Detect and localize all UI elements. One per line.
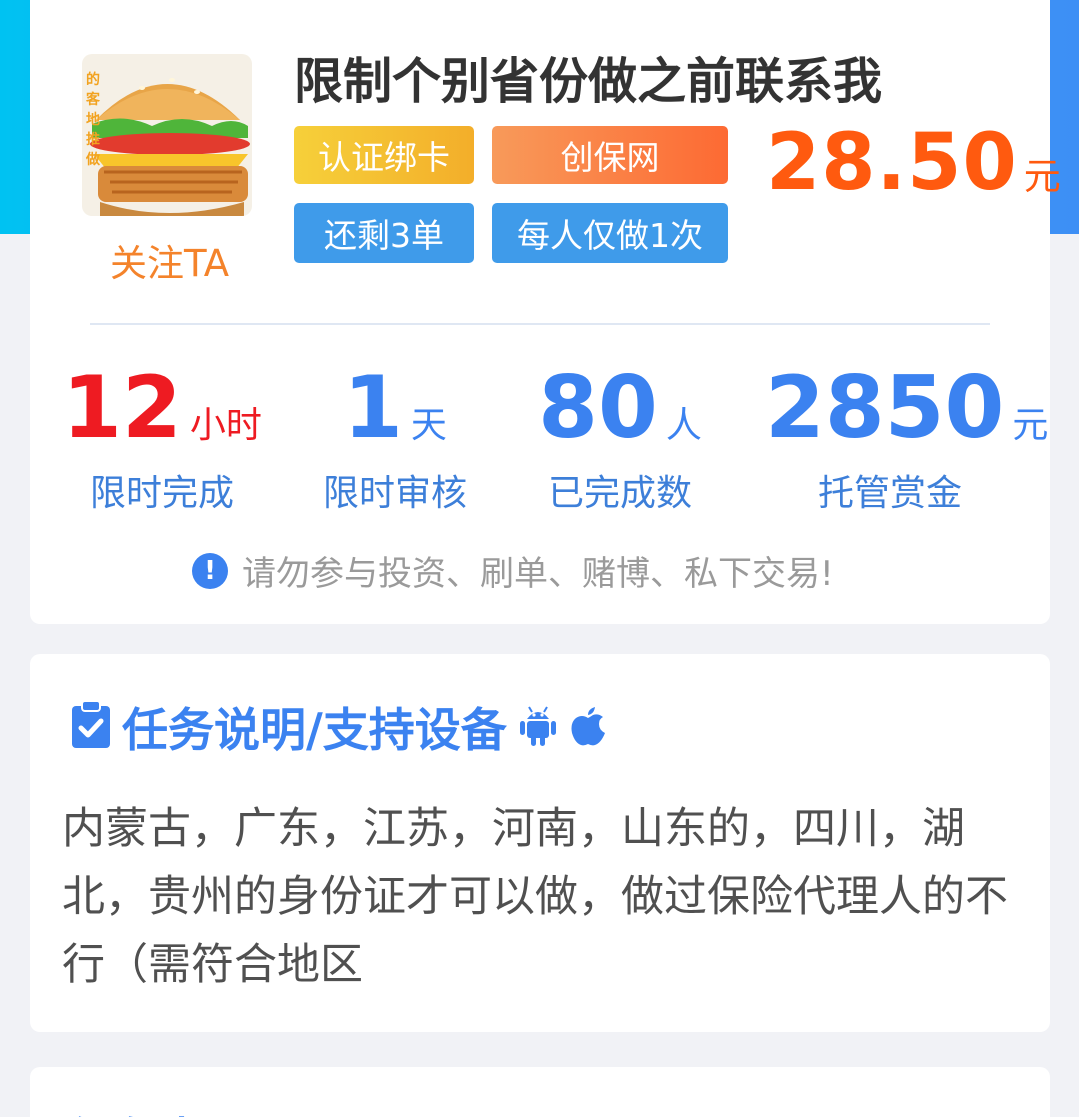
stat-unit: 人: [665, 405, 702, 446]
stat-review-limit: 1天 限时审核: [300, 362, 490, 516]
svg-text:客: 客: [85, 91, 101, 108]
tag-verify-card: 认证绑卡: [294, 126, 474, 184]
android-icon: [519, 703, 557, 751]
svg-text:地: 地: [86, 111, 100, 128]
price-amount: 28.50: [766, 118, 1018, 208]
tag-limit-per-person: 每人仅做1次: [492, 203, 728, 263]
clipboard-check-icon: [70, 700, 112, 754]
stat-label: 限时审核: [322, 473, 467, 514]
svg-text:推: 推: [86, 131, 100, 148]
stat-label: 已完成数: [547, 473, 692, 514]
apple-icon: [569, 703, 607, 751]
stat-label: 限时完成: [89, 473, 234, 514]
stat-escrow-reward: 2850 元 托管赏金: [765, 362, 1048, 516]
stat-value: 1: [343, 358, 403, 458]
tag-remaining: 还剩3单: [294, 203, 474, 263]
follow-button[interactable]: 关注TA: [110, 233, 229, 287]
divider: [90, 323, 990, 325]
description-header: 任务说明/支持设备: [70, 694, 607, 760]
stat-time-limit: 12 小时 限时完成: [62, 362, 262, 516]
stat-value: 12: [62, 358, 182, 458]
description-title: 任务说明/支持设备: [122, 703, 507, 757]
svg-text:的: 的: [86, 71, 100, 88]
task-title: 限制个别省份做之前联系我: [294, 53, 883, 110]
stat-unit: 天: [410, 405, 447, 446]
publisher-avatar[interactable]: 的 客 地 推 做: [82, 54, 252, 216]
stat-unit: 元: [1012, 405, 1049, 446]
task-price: 28.50 元: [766, 118, 1061, 208]
safety-warning: ! 请勿参与投资、刷单、赌博、私下交易!: [192, 546, 834, 595]
price-unit: 元: [1023, 155, 1061, 198]
stat-label: 托管赏金: [817, 473, 962, 514]
description-text: 内蒙古，广东，江苏，河南，山东的，四川，湖北，贵州的身份证才可以做，做过保险代理…: [62, 804, 1008, 990]
exclamation-icon: !: [192, 552, 228, 589]
stat-completed-count: 80 人 已完成数: [535, 362, 705, 516]
stat-value: 2850: [765, 358, 1005, 458]
stat-unit: 小时: [189, 405, 262, 446]
stat-value: 80: [538, 358, 658, 458]
svg-text:做: 做: [85, 151, 101, 168]
tag-platform: 创保网: [492, 126, 728, 184]
warning-text: 请勿参与投资、刷单、赌博、私下交易!: [242, 554, 834, 594]
steps-title: 任务步骤: [66, 1104, 250, 1117]
